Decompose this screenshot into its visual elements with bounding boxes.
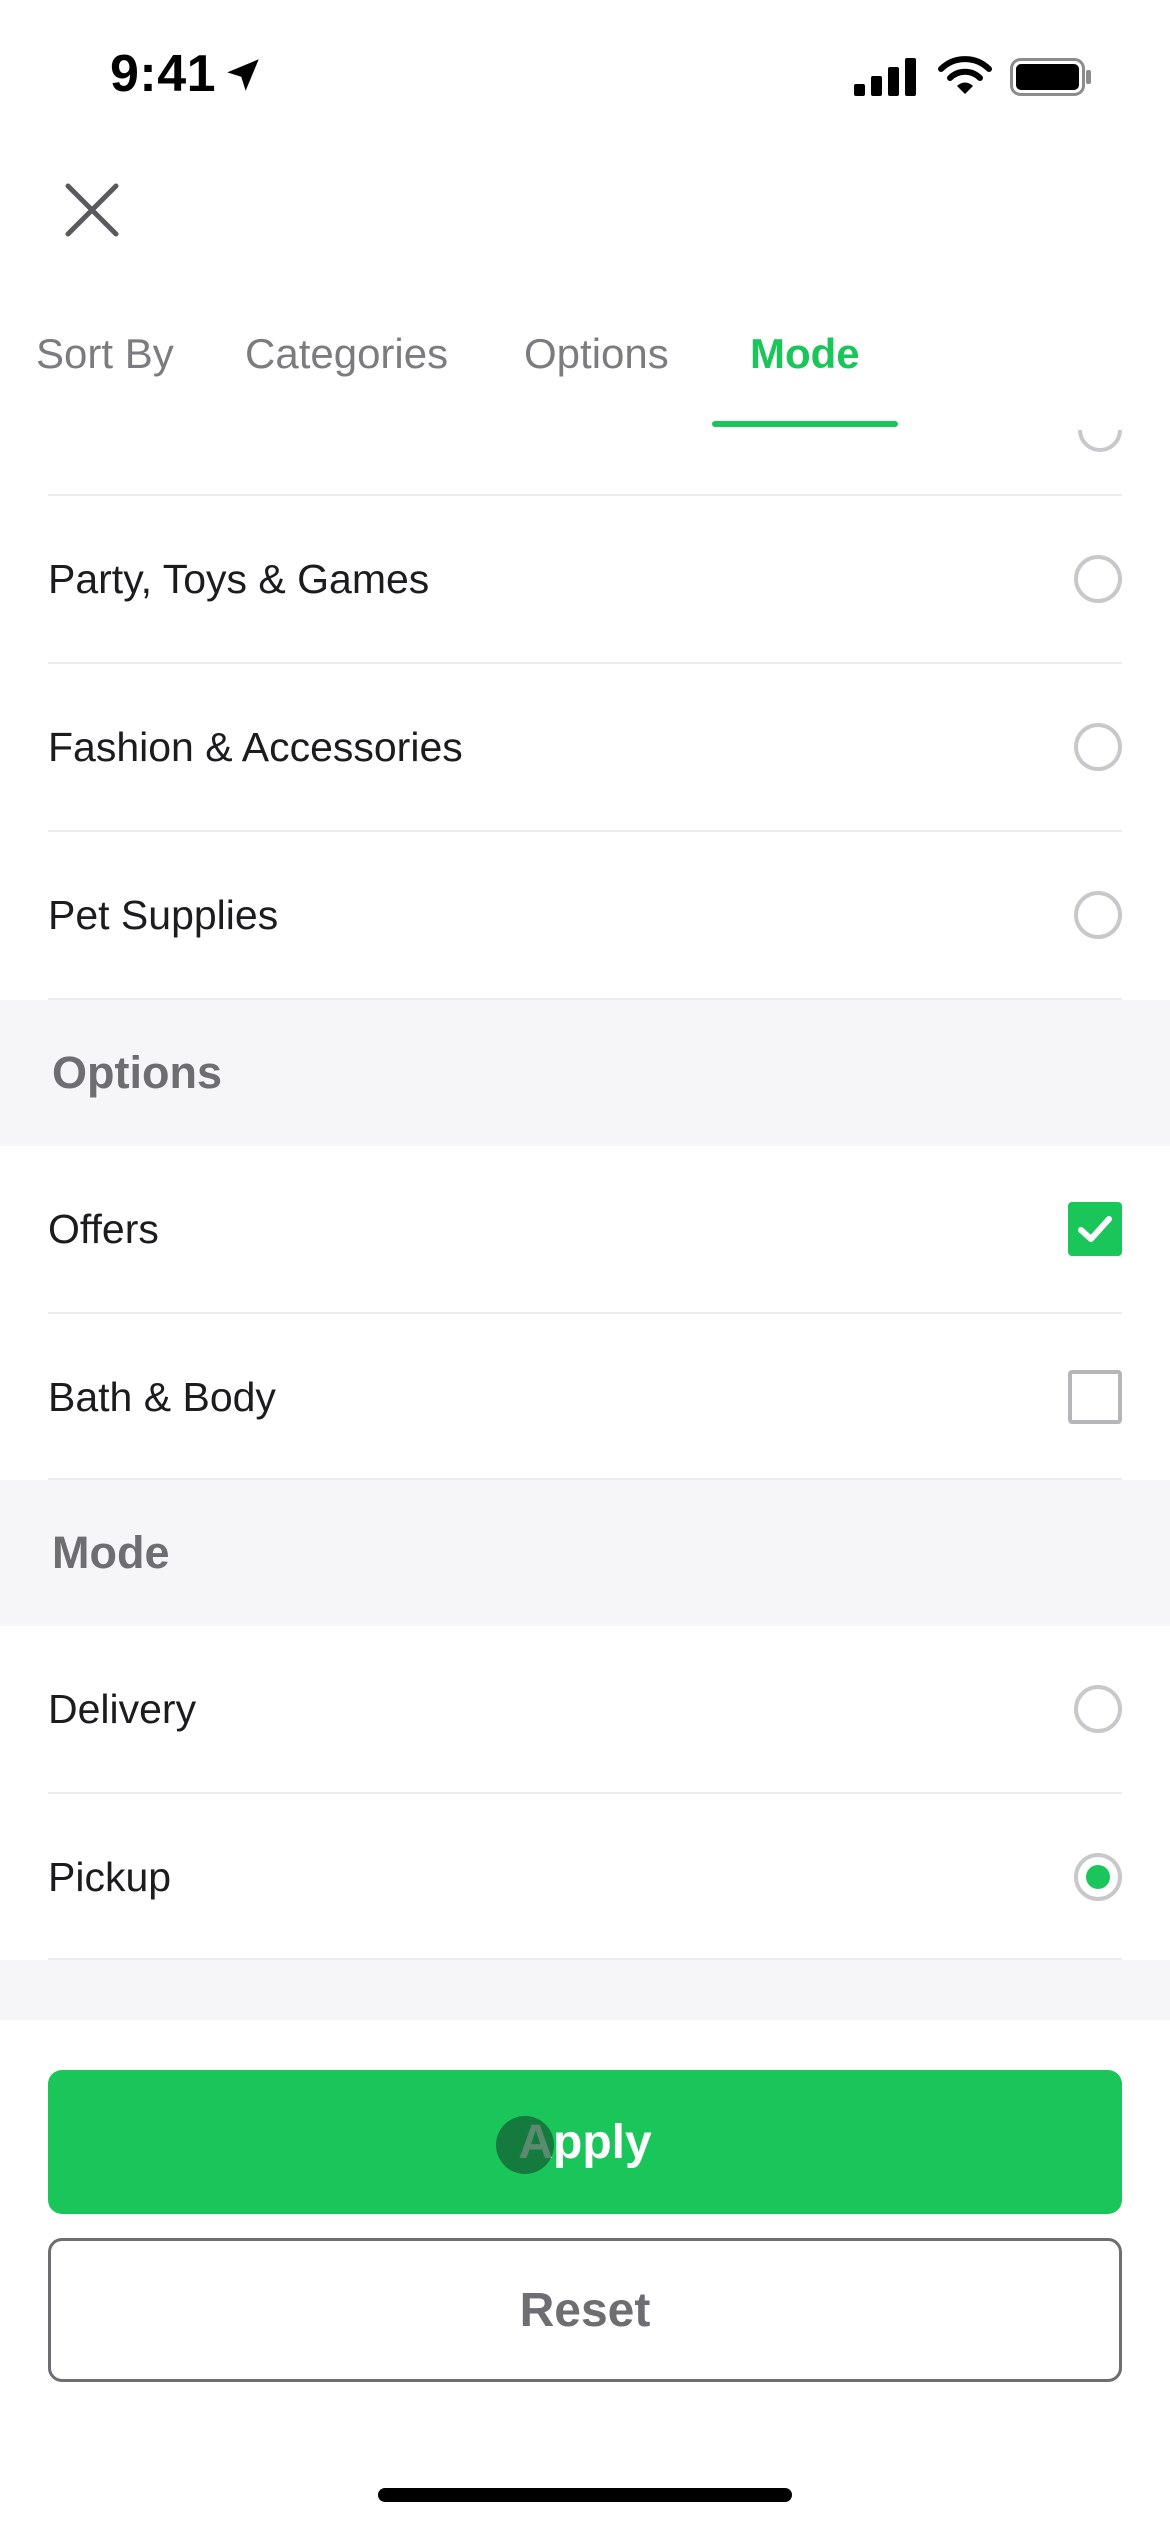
status-time: 9:41 — [110, 45, 217, 103]
list-item-mode[interactable]: Delivery — [0, 1626, 1170, 1792]
radio-button-selected[interactable] — [1074, 1853, 1122, 1901]
section-title: Options — [52, 1047, 222, 1098]
checkbox-checked[interactable] — [1068, 1202, 1122, 1256]
list-item-option[interactable]: Bath & Body — [0, 1314, 1170, 1480]
list-end-spacer — [0, 1960, 1170, 2020]
list-item-category[interactable]: Party, Toys & Games — [0, 496, 1170, 662]
reset-button[interactable]: Reset — [48, 2238, 1122, 2382]
touch-indicator — [496, 2116, 554, 2174]
section-header-options: Options — [0, 1000, 1170, 1146]
cellular-signal-icon — [854, 58, 916, 101]
radio-button[interactable] — [1074, 555, 1122, 603]
filter-footer: Apply Reset — [0, 2020, 1170, 2532]
home-indicator[interactable] — [378, 2488, 792, 2502]
filter-list[interactable]: Party, Toys & Games Fashion & Accessorie… — [0, 430, 1170, 2020]
section-title: Mode — [52, 1527, 170, 1578]
list-item-label: Fashion & Accessories — [48, 723, 463, 770]
close-icon — [65, 183, 119, 237]
close-button[interactable] — [52, 170, 132, 250]
radio-button[interactable] — [1074, 1685, 1122, 1733]
tab-sort-by[interactable]: Sort By — [36, 310, 174, 430]
list-item-category[interactable]: Fashion & Accessories — [0, 664, 1170, 830]
battery-icon — [1010, 58, 1092, 101]
radio-button[interactable] — [1074, 891, 1122, 939]
filter-screen: 9:41 Sort By Categories Options Mode Par… — [0, 0, 1170, 2532]
radio-button[interactable] — [1074, 723, 1122, 771]
list-item-label: Offers — [48, 1205, 159, 1252]
list-item-mode[interactable]: Pickup — [0, 1794, 1170, 1960]
list-item-label: Delivery — [48, 1685, 197, 1732]
tab-mode[interactable]: Mode — [750, 310, 860, 430]
section-header-mode: Mode — [0, 1480, 1170, 1626]
list-item-label: Pickup — [48, 1853, 172, 1900]
apply-button[interactable]: Apply — [48, 2070, 1122, 2214]
reset-button-label: Reset — [519, 2283, 651, 2337]
tab-categories[interactable]: Categories — [245, 310, 448, 430]
list-item-label: Bath & Body — [48, 1373, 276, 1420]
tab-options[interactable]: Options — [524, 310, 669, 430]
list-item-option[interactable]: Offers — [0, 1146, 1170, 1312]
checkmark-icon — [1078, 1216, 1112, 1242]
list-item-label: Pet Supplies — [48, 891, 279, 938]
location-arrow-icon — [222, 54, 264, 101]
checkbox[interactable] — [1068, 1370, 1122, 1424]
status-bar: 9:41 — [0, 0, 1170, 150]
filter-tabs: Sort By Categories Options Mode — [0, 310, 1170, 430]
list-item-category[interactable]: Pet Supplies — [0, 832, 1170, 998]
radio-button[interactable] — [1078, 430, 1122, 452]
wifi-icon — [938, 56, 992, 101]
active-tab-indicator — [712, 421, 898, 427]
list-item-label: Party, Toys & Games — [48, 555, 430, 602]
